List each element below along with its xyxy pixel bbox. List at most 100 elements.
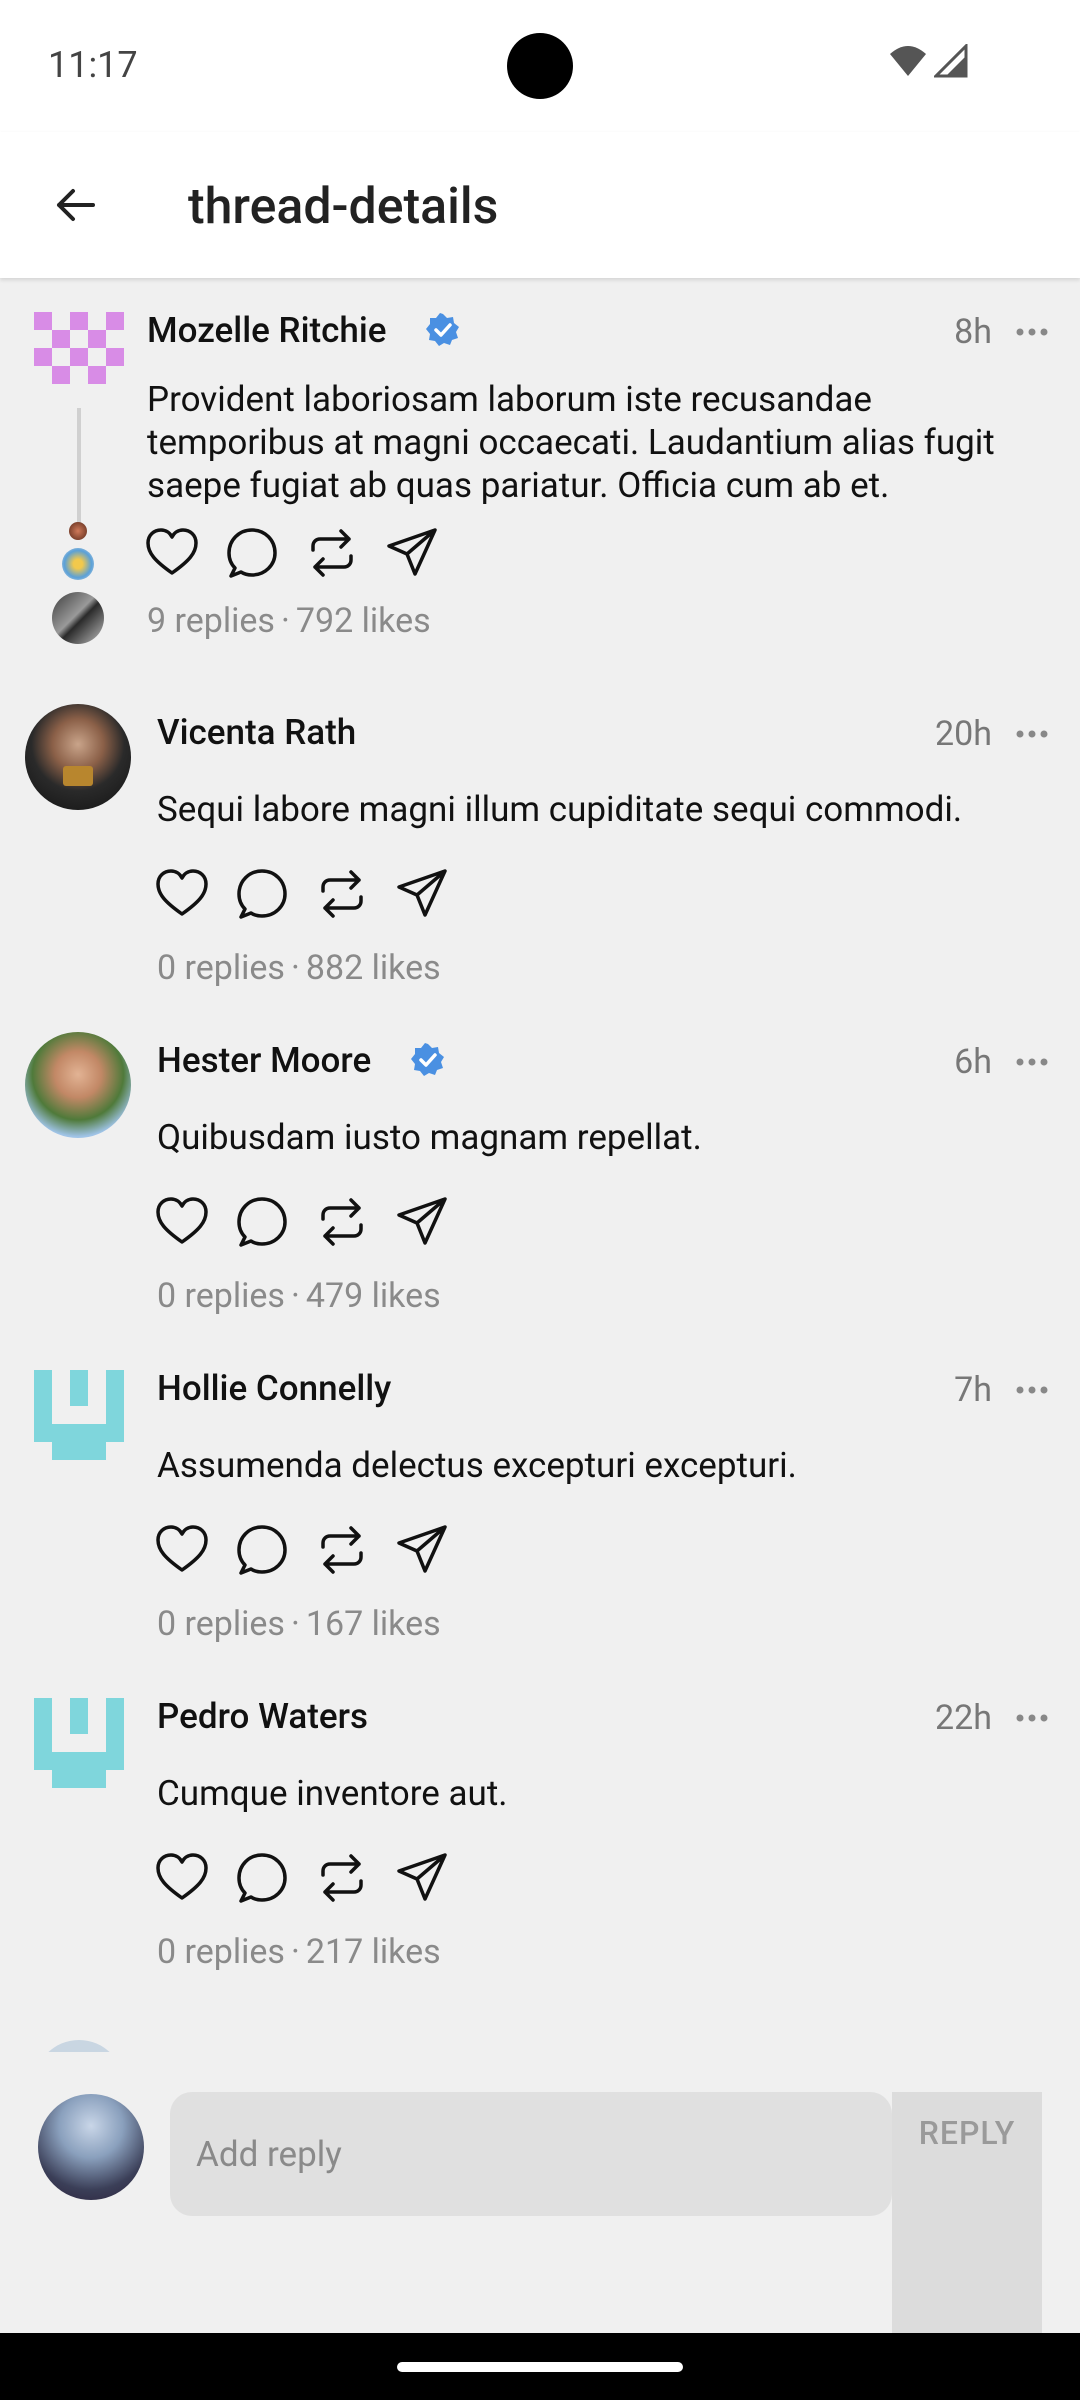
page-title: thread-details <box>188 178 499 236</box>
post-stats: 0 replies · 217 likes <box>157 1932 441 1972</box>
meta-separator: · <box>290 1276 300 1316</box>
comment-icon <box>237 1197 287 1247</box>
repost-button[interactable] <box>314 1522 370 1578</box>
heart-icon <box>156 1525 208 1572</box>
wifi-icon <box>890 46 926 76</box>
like-button[interactable] <box>154 866 210 922</box>
reply-count[interactable]: 0 replies <box>157 1276 285 1316</box>
mini-avatar <box>69 522 87 540</box>
share-button[interactable] <box>394 1522 450 1578</box>
post-text: Provident laboriosam laborum iste recusa… <box>147 379 995 506</box>
post-time: 22h <box>935 1698 992 1738</box>
reply-post: Hester Moore 6h Quibusdam iusto magnam r… <box>0 1016 1080 1344</box>
like-count[interactable]: 792 likes <box>296 601 431 641</box>
like-button[interactable] <box>154 1522 210 1578</box>
comment-button[interactable] <box>234 1194 290 1250</box>
back-button[interactable] <box>42 172 108 238</box>
reply-button[interactable]: REPLY <box>892 2092 1042 2336</box>
status-icons <box>888 44 968 78</box>
post-time: 7h <box>954 1370 992 1410</box>
identicon-avatar <box>34 1698 124 1788</box>
more-icon[interactable] <box>1012 1370 1052 1410</box>
heart-icon <box>146 528 198 575</box>
comment-icon <box>227 528 277 578</box>
signal-icon <box>934 44 968 78</box>
system-nav-bar <box>0 2333 1080 2400</box>
more-icon[interactable] <box>1012 1042 1052 1082</box>
reply-post: Hollie Connelly 7h Assumenda delectus ex… <box>0 1344 1080 1672</box>
comment-button[interactable] <box>224 525 280 581</box>
verified-icon <box>426 313 459 346</box>
more-icon[interactable] <box>1012 714 1052 754</box>
reply-input[interactable] <box>170 2092 892 2216</box>
author-name[interactable]: Vicenta Rath <box>157 712 356 753</box>
post-stats: 0 replies · 479 likes <box>157 1276 441 1316</box>
meta-separator: · <box>290 948 300 988</box>
comment-button[interactable] <box>234 866 290 922</box>
thread-list[interactable]: Mozelle Ritchie 8h Provident laboriosam … <box>0 278 1080 2052</box>
status-bar: 11:17 <box>0 0 1080 132</box>
comment-icon <box>237 1853 287 1903</box>
post-time: 20h <box>935 714 992 754</box>
app-bar: thread-details <box>0 132 1080 278</box>
more-icon[interactable] <box>1012 1698 1052 1738</box>
reply-composer: REPLY <box>0 2052 1080 2336</box>
avatar[interactable] <box>34 1370 124 1460</box>
heart-icon <box>156 1197 208 1244</box>
share-button[interactable] <box>394 1194 450 1250</box>
post-actions <box>154 1194 450 1250</box>
like-count[interactable]: 217 likes <box>306 1932 441 1972</box>
repost-button[interactable] <box>304 525 360 581</box>
post-text: Sequi labore magni illum cupiditate sequ… <box>157 789 963 830</box>
repost-button[interactable] <box>314 1850 370 1906</box>
reply-count[interactable]: 0 replies <box>157 1932 285 1972</box>
repost-button[interactable] <box>314 866 370 922</box>
share-button[interactable] <box>384 525 440 581</box>
share-button[interactable] <box>394 1850 450 1906</box>
thread-root-post: Mozelle Ritchie 8h Provident laboriosam … <box>0 278 1080 678</box>
like-button[interactable] <box>154 1850 210 1906</box>
like-button[interactable] <box>154 1194 210 1250</box>
comment-icon <box>237 869 287 919</box>
avatar[interactable] <box>34 312 124 402</box>
reply-count[interactable]: 0 replies <box>157 948 285 988</box>
comment-button[interactable] <box>234 1850 290 1906</box>
meta-separator: · <box>290 1604 300 1644</box>
heart-icon <box>156 1853 208 1900</box>
avatar-photo <box>63 766 93 786</box>
author-name[interactable]: Pedro Waters <box>157 1696 368 1737</box>
more-icon[interactable] <box>1012 312 1052 352</box>
reply-post: Pedro Waters 22h Cumque inventore aut. 0… <box>0 1672 1080 2000</box>
like-button[interactable] <box>144 525 200 581</box>
repost-icon <box>321 1526 363 1574</box>
repost-button[interactable] <box>314 1194 370 1250</box>
comment-icon <box>237 1525 287 1575</box>
like-count[interactable]: 479 likes <box>306 1276 441 1316</box>
send-icon <box>397 1853 447 1901</box>
repost-icon <box>321 1854 363 1902</box>
post-actions <box>144 525 440 581</box>
author-name[interactable]: Hester Moore <box>157 1040 371 1081</box>
reply-count[interactable]: 0 replies <box>157 1604 285 1644</box>
meta-separator: · <box>280 601 290 641</box>
author-name[interactable]: Hollie Connelly <box>157 1368 391 1409</box>
post-text: Cumque inventore aut. <box>157 1773 508 1814</box>
avatar[interactable] <box>25 1032 131 1138</box>
repost-icon <box>311 529 353 577</box>
thread-connector-line <box>77 408 81 528</box>
post-actions <box>154 1522 450 1578</box>
avatar[interactable] <box>34 1698 124 1788</box>
identicon-avatar <box>34 312 124 384</box>
like-count[interactable]: 167 likes <box>306 1604 441 1644</box>
author-name[interactable]: Mozelle Ritchie <box>147 310 387 351</box>
verified-icon <box>411 1043 444 1076</box>
like-count[interactable]: 882 likes <box>306 948 441 988</box>
share-button[interactable] <box>394 866 450 922</box>
home-indicator[interactable] <box>397 2362 683 2372</box>
post-time: 8h <box>954 312 992 352</box>
comment-button[interactable] <box>234 1522 290 1578</box>
meta-separator: · <box>290 1932 300 1972</box>
avatar[interactable] <box>34 2040 124 2052</box>
reply-count[interactable]: 9 replies <box>147 601 275 641</box>
avatar[interactable] <box>25 704 131 810</box>
